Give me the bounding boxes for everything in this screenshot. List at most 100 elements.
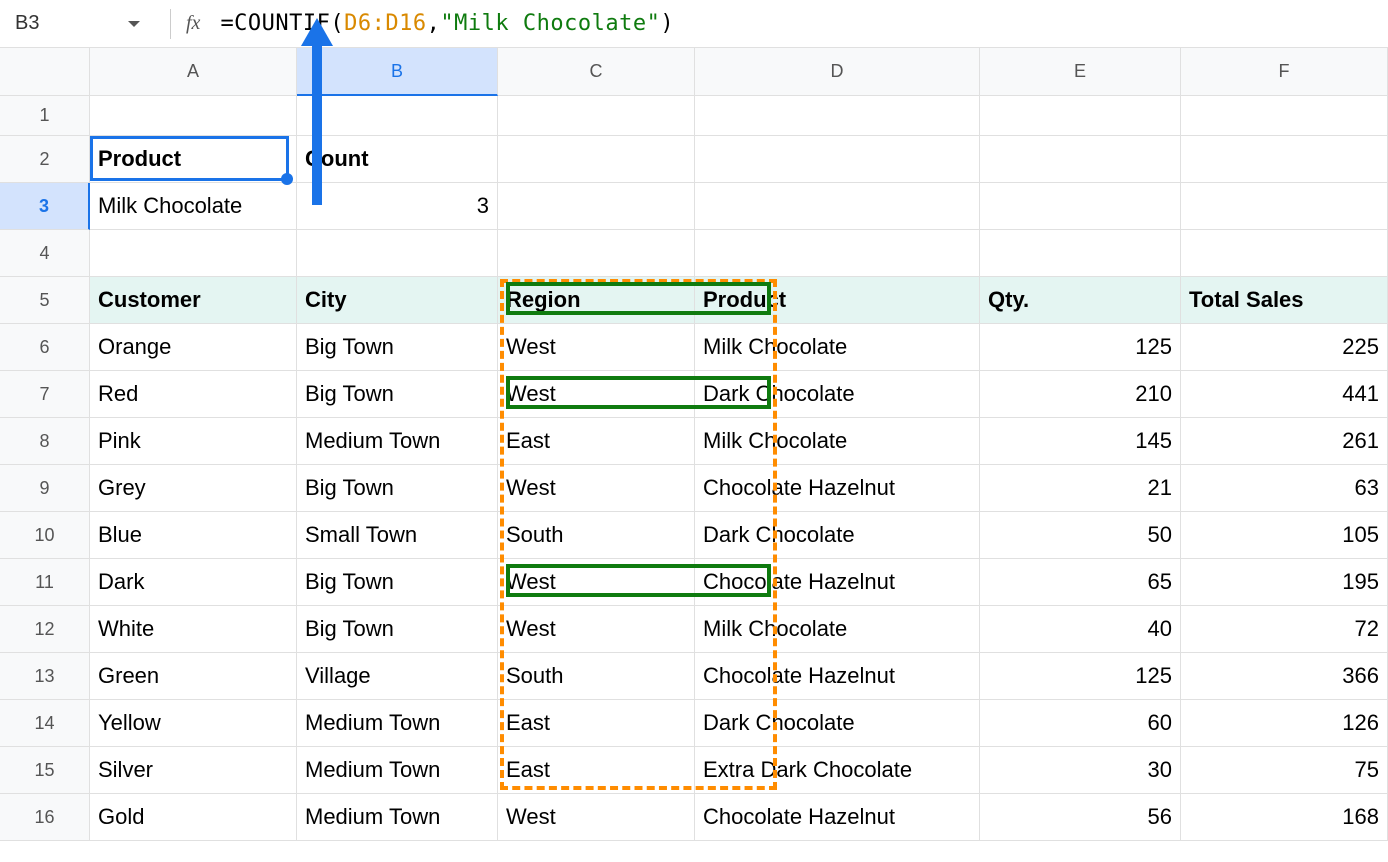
cell-C10[interactable]: South (498, 512, 695, 559)
cell-D16[interactable]: Chocolate Hazelnut (695, 794, 980, 841)
cell-E16[interactable]: 56 (980, 794, 1181, 841)
formula-input[interactable]: =COUNTIF(D6:D16,"Milk Chocolate") (220, 11, 674, 36)
cell-C4[interactable] (498, 230, 695, 277)
cell-C9[interactable]: West (498, 465, 695, 512)
row-header-10[interactable]: 10 (0, 512, 90, 559)
cell-A16[interactable]: Gold (90, 794, 297, 841)
cell-F16[interactable]: 168 (1181, 794, 1388, 841)
column-header-A[interactable]: A (90, 48, 297, 96)
cell-F12[interactable]: 72 (1181, 606, 1388, 653)
cell-A10[interactable]: Blue (90, 512, 297, 559)
cell-B14[interactable]: Medium Town (297, 700, 498, 747)
cell-F5[interactable]: Total Sales (1181, 277, 1388, 324)
cell-F1[interactable] (1181, 96, 1388, 136)
cell-A12[interactable]: White (90, 606, 297, 653)
cell-C3[interactable] (498, 183, 695, 230)
cell-D11[interactable]: Chocolate Hazelnut (695, 559, 980, 606)
row-header-8[interactable]: 8 (0, 418, 90, 465)
cell-D2[interactable] (695, 136, 980, 183)
cell-D9[interactable]: Chocolate Hazelnut (695, 465, 980, 512)
row-header-7[interactable]: 7 (0, 371, 90, 418)
cell-E6[interactable]: 125 (980, 324, 1181, 371)
cell-B1[interactable] (297, 96, 498, 136)
cell-B11[interactable]: Big Town (297, 559, 498, 606)
cell-E13[interactable]: 125 (980, 653, 1181, 700)
select-all-corner[interactable] (0, 48, 90, 96)
row-header-5[interactable]: 5 (0, 277, 90, 324)
cell-A11[interactable]: Dark (90, 559, 297, 606)
cell-B10[interactable]: Small Town (297, 512, 498, 559)
cell-F2[interactable] (1181, 136, 1388, 183)
cell-E4[interactable] (980, 230, 1181, 277)
cell-C8[interactable]: East (498, 418, 695, 465)
cell-A2[interactable]: Product (90, 136, 297, 183)
cell-E15[interactable]: 30 (980, 747, 1181, 794)
cell-A1[interactable] (90, 96, 297, 136)
column-header-B[interactable]: B (297, 48, 498, 96)
cell-A6[interactable]: Orange (90, 324, 297, 371)
cell-E11[interactable]: 65 (980, 559, 1181, 606)
cell-B3[interactable]: 3 (297, 183, 498, 230)
cell-A8[interactable]: Pink (90, 418, 297, 465)
cell-B6[interactable]: Big Town (297, 324, 498, 371)
cell-D6[interactable]: Milk Chocolate (695, 324, 980, 371)
cell-F14[interactable]: 126 (1181, 700, 1388, 747)
cell-A3[interactable]: Milk Chocolate (90, 183, 297, 230)
cell-E5[interactable]: Qty. (980, 277, 1181, 324)
cell-A15[interactable]: Silver (90, 747, 297, 794)
cell-D14[interactable]: Dark Chocolate (695, 700, 980, 747)
cell-C1[interactable] (498, 96, 695, 136)
cell-B7[interactable]: Big Town (297, 371, 498, 418)
cell-F3[interactable] (1181, 183, 1388, 230)
row-header-2[interactable]: 2 (0, 136, 90, 183)
row-header-13[interactable]: 13 (0, 653, 90, 700)
cell-E3[interactable] (980, 183, 1181, 230)
row-header-11[interactable]: 11 (0, 559, 90, 606)
cell-D3[interactable] (695, 183, 980, 230)
row-header-6[interactable]: 6 (0, 324, 90, 371)
cell-D8[interactable]: Milk Chocolate (695, 418, 980, 465)
cell-D1[interactable] (695, 96, 980, 136)
cell-F4[interactable] (1181, 230, 1388, 277)
cell-E14[interactable]: 60 (980, 700, 1181, 747)
column-header-D[interactable]: D (695, 48, 980, 96)
row-header-3[interactable]: 3 (0, 183, 90, 230)
cell-E7[interactable]: 210 (980, 371, 1181, 418)
cell-C11[interactable]: West (498, 559, 695, 606)
cell-B8[interactable]: Medium Town (297, 418, 498, 465)
cell-D12[interactable]: Milk Chocolate (695, 606, 980, 653)
cell-E12[interactable]: 40 (980, 606, 1181, 653)
row-header-14[interactable]: 14 (0, 700, 90, 747)
cell-D5[interactable]: Product (695, 277, 980, 324)
cell-A5[interactable]: Customer (90, 277, 297, 324)
column-header-F[interactable]: F (1181, 48, 1388, 96)
cell-D15[interactable]: Extra Dark Chocolate (695, 747, 980, 794)
cell-E9[interactable]: 21 (980, 465, 1181, 512)
cell-C5[interactable]: Region (498, 277, 695, 324)
cell-C13[interactable]: South (498, 653, 695, 700)
cell-E2[interactable] (980, 136, 1181, 183)
cell-F13[interactable]: 366 (1181, 653, 1388, 700)
cell-A14[interactable]: Yellow (90, 700, 297, 747)
cell-F7[interactable]: 441 (1181, 371, 1388, 418)
cell-B13[interactable]: Village (297, 653, 498, 700)
row-header-16[interactable]: 16 (0, 794, 90, 841)
cell-F9[interactable]: 63 (1181, 465, 1388, 512)
cell-C16[interactable]: West (498, 794, 695, 841)
cell-C6[interactable]: West (498, 324, 695, 371)
cell-F8[interactable]: 261 (1181, 418, 1388, 465)
cell-B12[interactable]: Big Town (297, 606, 498, 653)
cell-A9[interactable]: Grey (90, 465, 297, 512)
cell-E10[interactable]: 50 (980, 512, 1181, 559)
cell-E8[interactable]: 145 (980, 418, 1181, 465)
cell-D10[interactable]: Dark Chocolate (695, 512, 980, 559)
cell-C14[interactable]: East (498, 700, 695, 747)
cell-A7[interactable]: Red (90, 371, 297, 418)
column-header-E[interactable]: E (980, 48, 1181, 96)
cell-C12[interactable]: West (498, 606, 695, 653)
cell-F6[interactable]: 225 (1181, 324, 1388, 371)
column-header-C[interactable]: C (498, 48, 695, 96)
row-header-12[interactable]: 12 (0, 606, 90, 653)
cell-D4[interactable] (695, 230, 980, 277)
cell-B4[interactable] (297, 230, 498, 277)
